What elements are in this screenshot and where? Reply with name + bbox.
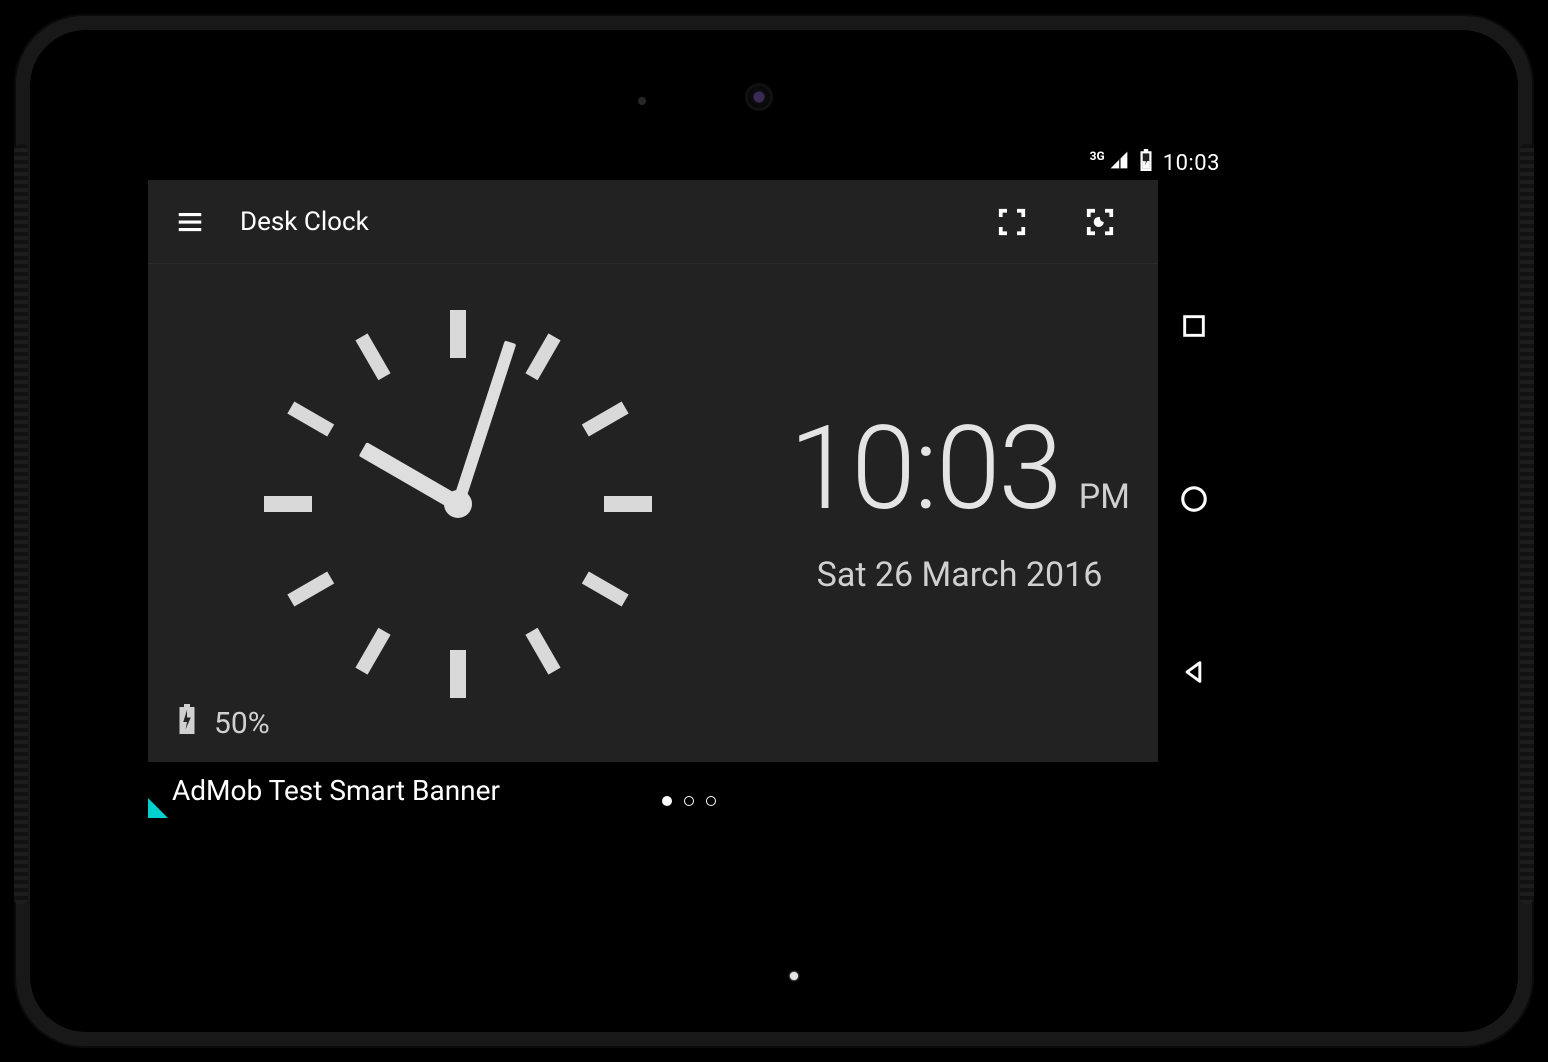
battery-icon <box>178 704 196 742</box>
clock-tick <box>355 628 390 675</box>
fullscreen-button[interactable] <box>992 202 1032 242</box>
digital-clock-area: 10:03 PM Sat 26 March 2016 <box>689 401 1230 625</box>
menu-button[interactable] <box>170 202 210 242</box>
battery-charging-icon <box>1139 149 1153 177</box>
app-title: Desk Clock <box>240 207 962 237</box>
tablet-frame: 3G 10:03 Desk Clock <box>14 14 1534 1048</box>
android-nav-bar <box>1158 180 1230 818</box>
ad-dot-2[interactable] <box>684 796 694 806</box>
sensor-dot <box>638 97 646 105</box>
analog-clock <box>268 314 648 694</box>
clock-tick <box>525 333 560 380</box>
front-camera <box>748 86 770 108</box>
ad-text: AdMob Test Smart Banner <box>172 774 500 807</box>
ad-pager <box>662 796 716 806</box>
analog-clock-area <box>148 264 689 762</box>
clock-tick <box>287 571 334 606</box>
network-label: 3G <box>1090 149 1105 163</box>
clock-tick <box>355 333 390 380</box>
clock-tick <box>582 571 629 606</box>
clock-content: 10:03 PM Sat 26 March 2016 50% <box>148 264 1230 762</box>
digital-time: 10:03 <box>789 401 1061 537</box>
digital-date: Sat 26 March 2016 <box>689 555 1230 595</box>
speaker-left <box>14 144 28 904</box>
status-bar: 3G 10:03 <box>148 146 1230 180</box>
app-toolbar: Desk Clock <box>148 180 1230 264</box>
home-indicator-dot <box>790 972 798 980</box>
night-mode-button[interactable] <box>1080 202 1120 242</box>
ad-banner[interactable]: AdMob Test Smart Banner <box>148 762 1230 818</box>
minute-hand <box>452 340 516 505</box>
clock-tick <box>525 628 560 675</box>
clock-tick <box>582 401 629 436</box>
ad-dot-1[interactable] <box>662 796 672 806</box>
battery-percent: 50% <box>214 706 270 741</box>
statusbar-time: 10:03 <box>1163 151 1220 176</box>
ad-badge-icon <box>148 798 168 818</box>
speaker-right <box>1520 144 1534 904</box>
clock-tick <box>604 496 652 512</box>
clock-tick <box>450 310 466 358</box>
ad-dot-3[interactable] <box>706 796 716 806</box>
screen: 3G 10:03 Desk Clock <box>148 146 1230 818</box>
hour-hand <box>359 442 462 511</box>
signal-icon <box>1109 150 1129 176</box>
recent-apps-button[interactable] <box>1175 307 1213 345</box>
tablet-bezel: 3G 10:03 Desk Clock <box>30 30 1518 1032</box>
battery-indicator: 50% <box>178 704 270 742</box>
digital-ampm: PM <box>1079 477 1130 517</box>
home-button[interactable] <box>1175 480 1213 518</box>
clock-tick <box>450 650 466 698</box>
clock-tick <box>264 496 312 512</box>
clock-tick <box>287 401 334 436</box>
back-button[interactable] <box>1175 653 1213 691</box>
